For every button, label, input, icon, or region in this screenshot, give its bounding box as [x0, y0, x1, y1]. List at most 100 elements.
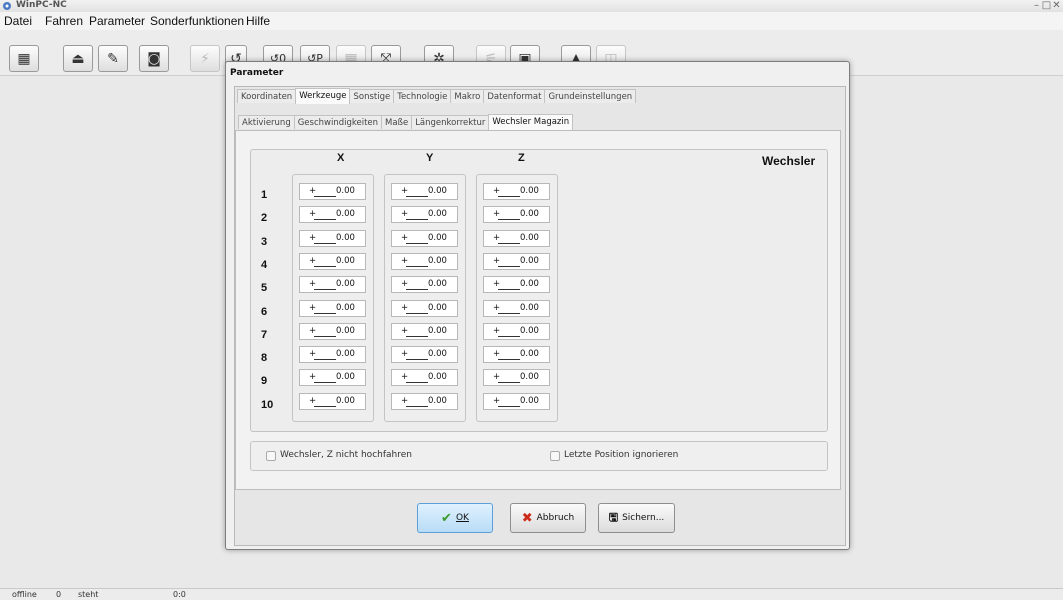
window-controls: – □ ✕: [1031, 0, 1061, 11]
value-field-z[interactable]: +0.00: [483, 299, 550, 317]
tab-makro[interactable]: Makro: [450, 89, 485, 103]
tab-datenformat[interactable]: Datenformat: [483, 89, 546, 103]
value-field-x[interactable]: +0.00: [299, 276, 366, 294]
value-field-y[interactable]: +0.00: [391, 392, 458, 410]
clapperboard-icon[interactable]: ▦: [9, 45, 39, 72]
menu-fahren[interactable]: Fahren: [45, 14, 83, 28]
section-title: Wechsler: [762, 154, 816, 168]
value-text: 0.00: [520, 372, 539, 383]
menu-sonderfunktionen[interactable]: Sonderfunktionen: [150, 14, 244, 28]
value-field-x[interactable]: +0.00: [299, 322, 366, 340]
value-field-y[interactable]: +0.00: [391, 206, 458, 224]
value-field-y[interactable]: +0.00: [391, 322, 458, 340]
wechsler-z-checkbox[interactable]: [266, 451, 276, 461]
value-text: 0.00: [428, 395, 447, 406]
value-field-y[interactable]: +0.00: [391, 229, 458, 247]
value-field-z[interactable]: +0.00: [483, 346, 550, 364]
subtab-aktivierung[interactable]: Aktivierung: [238, 115, 295, 129]
lightning-icon[interactable]: ⚡: [190, 45, 220, 72]
value-field-y[interactable]: +0.00: [391, 299, 458, 317]
status-state: steht: [78, 590, 99, 599]
tab-koordinaten[interactable]: Koordinaten: [237, 89, 297, 103]
camera-icon[interactable]: ◙: [139, 45, 169, 72]
save-button[interactable]: 🖫 Sichern...: [598, 503, 675, 533]
tab-werkzeuge[interactable]: Werkzeuge: [295, 88, 351, 104]
value-field-x[interactable]: +0.00: [299, 229, 366, 247]
value-field-z[interactable]: +0.00: [483, 229, 550, 247]
row-label: 4: [261, 258, 268, 271]
row-label: 9: [261, 375, 268, 388]
status-count: 0: [56, 590, 62, 599]
underline: [406, 196, 428, 197]
value-field-x[interactable]: +0.00: [299, 346, 366, 364]
menu-hilfe[interactable]: Hilfe: [246, 14, 270, 28]
statusbar: offline 0 steht 0:0: [0, 588, 1063, 600]
underline: [314, 382, 336, 384]
value-field-y[interactable]: +0.00: [391, 183, 458, 200]
row-label: 6: [261, 305, 268, 318]
value-field-x[interactable]: +0.00: [299, 369, 366, 387]
underline: [406, 265, 428, 267]
value-field-x[interactable]: +0.00: [299, 183, 366, 200]
menu-datei[interactable]: Datei: [4, 14, 32, 28]
value-field-y[interactable]: +0.00: [391, 252, 458, 270]
underline: [498, 405, 520, 407]
value-field-z[interactable]: +0.00: [483, 183, 550, 200]
value-field-z[interactable]: +0.00: [483, 392, 550, 410]
letzte-position-checkbox[interactable]: [550, 451, 560, 461]
value-text: 0.00: [336, 349, 355, 360]
value-text: 0.00: [428, 302, 447, 313]
value-field-x[interactable]: +0.00: [299, 206, 366, 224]
ok-label: OK: [455, 513, 469, 523]
letzte-position-label: Letzte Position ignorieren: [564, 450, 679, 460]
value-text: 0.00: [336, 325, 355, 336]
underline: [314, 335, 336, 337]
tab-technologie[interactable]: Technologie: [393, 89, 452, 103]
cancel-label: Abbruch: [536, 513, 575, 523]
underline: [314, 405, 336, 407]
row-label: 10: [261, 398, 274, 411]
value-field-z[interactable]: +0.00: [483, 369, 550, 387]
row-label: 8: [261, 352, 268, 365]
row-label: 1: [261, 189, 268, 201]
parameter-dialog: Parameter Koordinaten Werkzeuge Sonstige…: [225, 61, 850, 550]
value-field-x[interactable]: +0.00: [299, 299, 366, 317]
window-title: WinPC-NC: [16, 0, 67, 10]
underline: [314, 242, 336, 244]
value-text: 0.00: [336, 186, 355, 196]
value-field-z[interactable]: +0.00: [483, 252, 550, 270]
main-tabs: Koordinaten Werkzeuge Sonstige Technolog…: [237, 88, 637, 104]
app-icon: [3, 2, 11, 10]
value-field-y[interactable]: +0.00: [391, 346, 458, 364]
tab-grundeinstellungen[interactable]: Grundeinstellungen: [544, 89, 637, 103]
underline: [498, 289, 520, 291]
underline: [498, 382, 520, 384]
value-text: 0.00: [428, 186, 447, 196]
value-text: 0.00: [520, 325, 539, 336]
menu-parameter[interactable]: Parameter: [89, 14, 145, 28]
value-field-z[interactable]: +0.00: [483, 206, 550, 224]
cancel-button[interactable]: ✖ Abbruch: [510, 503, 586, 533]
value-field-y[interactable]: +0.00: [391, 276, 458, 294]
close-button[interactable]: ✕: [1051, 0, 1061, 11]
value-field-z[interactable]: +0.00: [483, 322, 550, 340]
subtab-laengenkorrektur[interactable]: Längenkorrektur: [411, 115, 490, 129]
maximize-button[interactable]: □: [1041, 0, 1051, 11]
tab-sonstige[interactable]: Sonstige: [349, 89, 395, 103]
subtab-geschwindigkeiten[interactable]: Geschwindigkeiten: [293, 115, 383, 129]
subtab-wechsler-magazin[interactable]: Wechsler Magazin: [488, 114, 574, 130]
value-field-x[interactable]: +0.00: [299, 392, 366, 410]
ok-button[interactable]: ✔ OK: [417, 503, 493, 533]
row-label: 5: [261, 282, 268, 295]
minimize-button[interactable]: –: [1031, 0, 1041, 11]
underline: [498, 196, 520, 197]
underline: [406, 335, 428, 337]
spindle-icon[interactable]: ⏏: [63, 45, 93, 72]
value-text: 0.00: [428, 349, 447, 360]
pen-icon[interactable]: ✎: [98, 45, 128, 72]
value-field-x[interactable]: +0.00: [299, 252, 366, 270]
underline: [498, 242, 520, 244]
value-field-z[interactable]: +0.00: [483, 276, 550, 294]
subtab-masse[interactable]: Maße: [381, 115, 413, 129]
value-field-y[interactable]: +0.00: [391, 369, 458, 387]
